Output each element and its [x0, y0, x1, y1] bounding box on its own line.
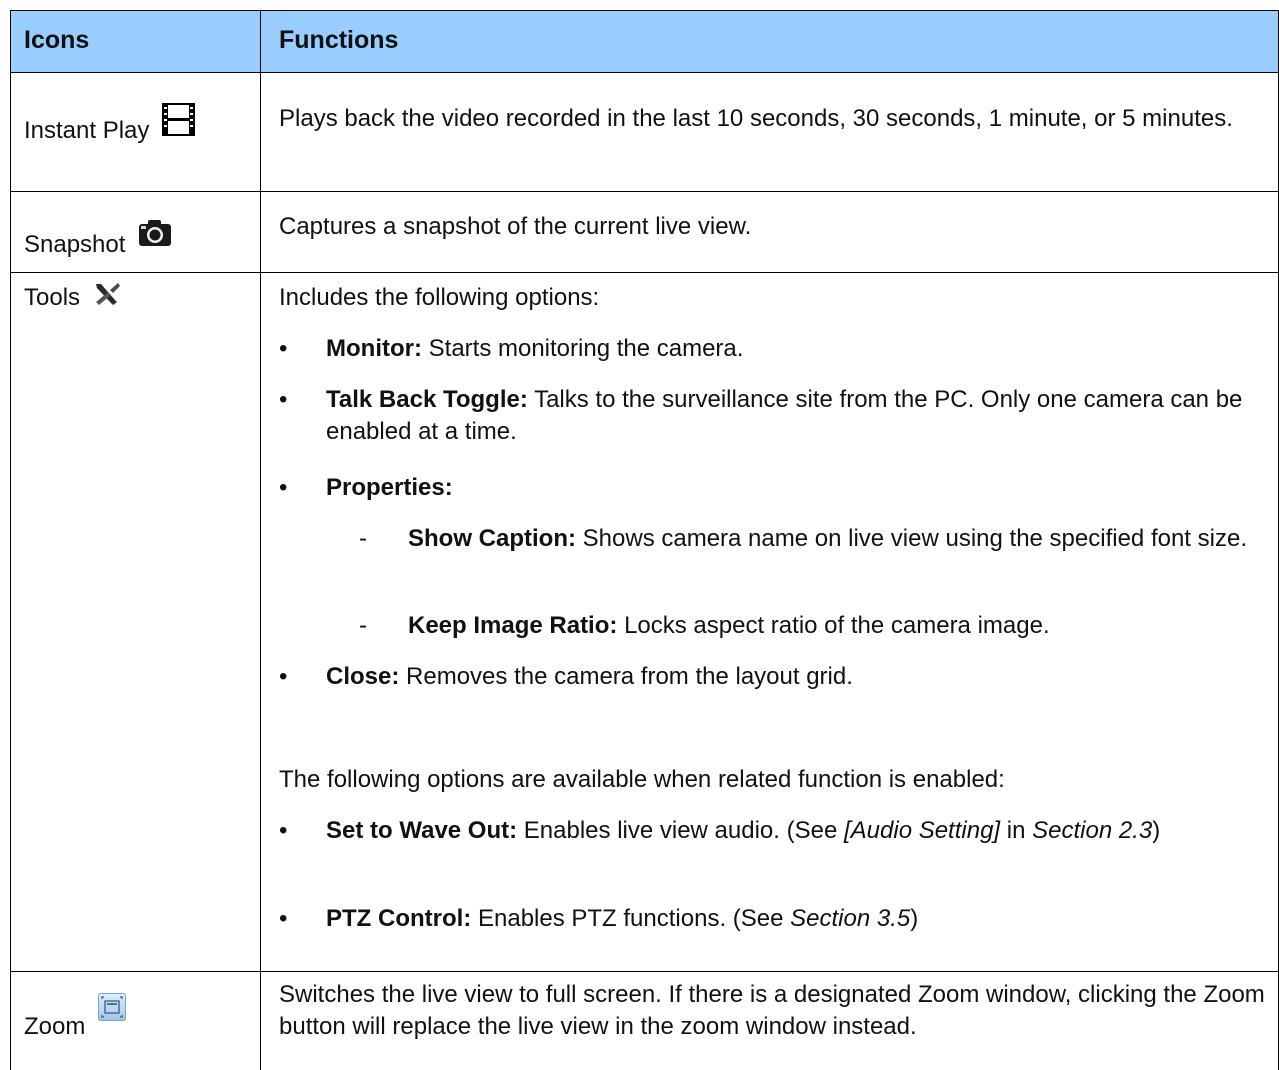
table-row: Instant Play Plays back the video record…: [10, 72, 1279, 191]
header-icons: Icons: [24, 26, 90, 54]
instant-play-desc: Plays back the video recorded in the las…: [279, 105, 1233, 132]
functions-table: Icons Functions Instant Play Plays back …: [10, 10, 1279, 1070]
wave-ref-audio: [Audio Setting]: [843, 817, 1001, 844]
table-row: Tools Includes the following options: • …: [10, 272, 1279, 971]
camera-icon: [138, 219, 172, 254]
bullet: •: [279, 663, 288, 690]
tools-following: The following options are available when…: [279, 766, 1005, 793]
monitor-label: Monitor:: [326, 335, 422, 362]
table-row: Snapshot Captures a snapshot of the curr…: [10, 191, 1279, 272]
snapshot-label: Snapshot: [24, 231, 126, 258]
dash: -: [359, 612, 367, 639]
ratio-text: Locks aspect ratio of the camera image.: [624, 612, 1050, 639]
bullet: •: [279, 474, 288, 501]
table-header: Icons Functions: [10, 10, 1279, 72]
ptz-text-b: ): [910, 905, 919, 932]
zoom-label: Zoom: [24, 1013, 86, 1040]
ptz-ref-section: Section 3.5: [790, 905, 911, 932]
ptz-text-a: Enables PTZ functions. (See: [477, 905, 791, 932]
table-row: Zoom Switches the live view to full scre…: [10, 971, 1279, 1070]
ratio-label: Keep Image Ratio:: [408, 612, 618, 639]
instant-play-label: Instant Play: [24, 117, 150, 144]
wave-label: Set to Wave Out:: [326, 817, 518, 844]
close-text: Removes the camera from the layout grid.: [406, 663, 853, 690]
bullet: •: [279, 386, 288, 413]
snapshot-desc: Captures a snapshot of the current live …: [279, 213, 752, 240]
wave-text-a: Enables live view audio. (See: [523, 817, 844, 844]
wave-text-c: ): [1152, 817, 1161, 844]
film-icon: [162, 103, 196, 143]
header-functions: Functions: [279, 26, 399, 54]
wave-text-b: in: [1000, 817, 1033, 844]
icon-name-cell: Tools: [24, 282, 121, 313]
tools-intro: Includes the following options:: [279, 284, 600, 311]
properties-label: Properties:: [326, 474, 453, 501]
icon-name-cell: Snapshot: [24, 220, 172, 259]
bullet: •: [279, 905, 288, 932]
icon-name-cell: Instant Play: [24, 103, 196, 145]
bullet: •: [279, 817, 288, 844]
dash: -: [359, 525, 367, 552]
icon-name-cell: Zoom: [24, 993, 127, 1041]
tools-icon: [93, 282, 121, 313]
border-top: [10, 10, 1279, 11]
monitor-text: Starts monitoring the camera.: [428, 335, 744, 362]
wave-ref-section: Section 2.3: [1032, 817, 1153, 844]
bullet: •: [279, 335, 288, 362]
tools-label: Tools: [24, 284, 81, 311]
zoom-desc: Switches the live view to full screen. I…: [279, 981, 1265, 1040]
caption-text: Shows camera name on live view using the…: [582, 525, 1247, 552]
close-label: Close:: [326, 663, 400, 690]
zoom-fullscreen-icon: [98, 993, 127, 1028]
talkback-label: Talk Back Toggle:: [326, 386, 528, 413]
ptz-label: PTZ Control:: [326, 905, 472, 932]
caption-label: Show Caption:: [408, 525, 576, 552]
